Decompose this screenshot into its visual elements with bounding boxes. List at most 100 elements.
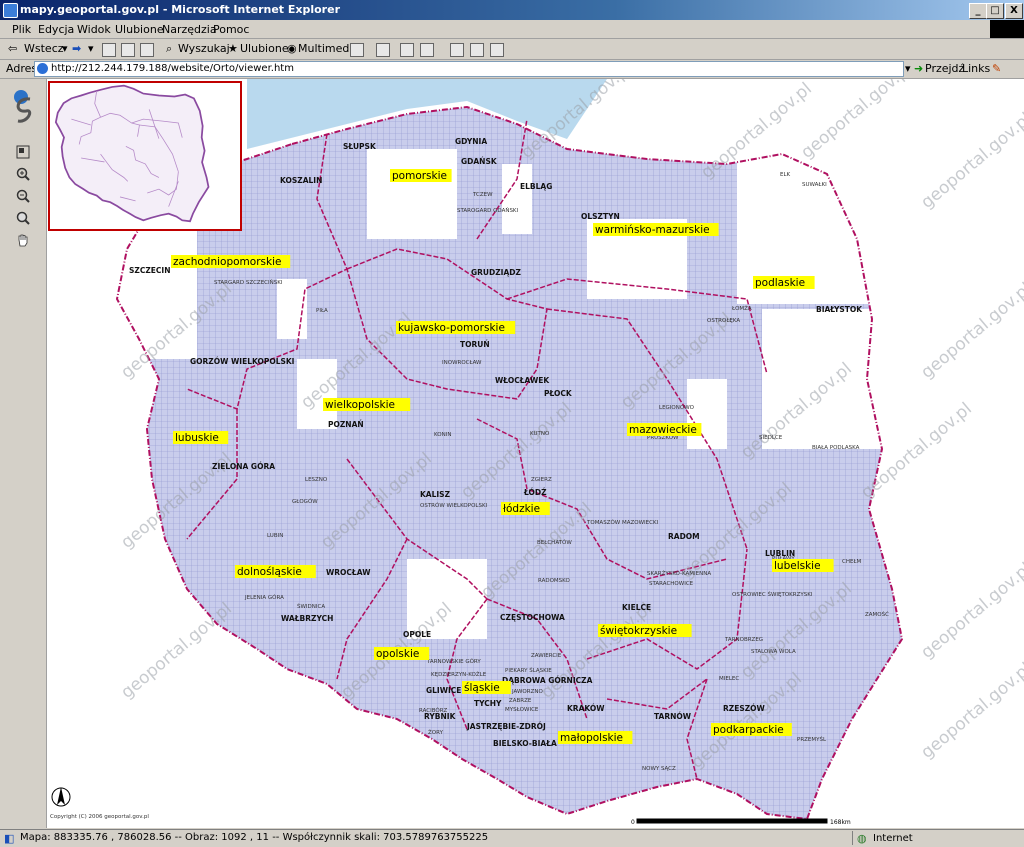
city-major-label: WAŁBRZYCH: [281, 614, 333, 623]
city-minor-label: ŁOMŻA: [731, 305, 752, 312]
security-zone: ◍ Internet: [852, 831, 1023, 845]
city-minor-label: ZABRZE: [509, 698, 532, 704]
voivodeship-label-wielkopolskie: wielkopolskie: [325, 399, 395, 411]
menu-narzedzia[interactable]: Narzędzia: [162, 23, 217, 36]
voivodeship-label-swietokrzyskie: świętokrzyskie: [600, 625, 677, 637]
city-minor-label: TCZEW: [472, 192, 493, 198]
page-status-icon: ◧: [4, 832, 15, 845]
city-minor-label: KONIN: [434, 432, 452, 438]
city-major-label: WŁOCŁAWEK: [495, 376, 550, 385]
city-minor-label: STARACHOWICE: [649, 581, 694, 587]
city-major-label: SŁUPSK: [343, 142, 377, 151]
home-icon[interactable]: [140, 43, 154, 57]
chevron-down-icon[interactable]: ▾: [62, 42, 68, 55]
city-major-label: PŁOCK: [544, 389, 573, 398]
voivodeship-label-podkarpackie: podkarpackie: [713, 724, 784, 736]
menu-plik[interactable]: Plik: [12, 23, 31, 36]
city-major-label: ELBLĄG: [520, 182, 552, 191]
zone-label: Internet: [873, 833, 913, 844]
go-arrow-icon: ➜: [914, 62, 924, 75]
voivodeship-label-dolnoslaskie: dolnośląskie: [237, 566, 302, 578]
city-minor-label: ŚWIDNICA: [297, 603, 325, 610]
zoom-previous-icon[interactable]: [16, 211, 30, 225]
history-icon[interactable]: [350, 43, 364, 57]
zoom-in-icon[interactable]: [16, 167, 30, 181]
city-minor-label: BIAŁA PODLASKA: [812, 445, 860, 451]
research-icon[interactable]: [490, 43, 504, 57]
city-major-label: KALISZ: [420, 490, 451, 499]
search-icon: ⌕: [166, 42, 173, 55]
city-minor-label: SKARŻYSKO-KAMIENNA: [647, 570, 711, 577]
scale-label: 168km: [830, 819, 851, 826]
back-button[interactable]: Wstecz: [24, 42, 64, 55]
full-extent-icon[interactable]: [16, 145, 30, 159]
city-minor-label: TARNOWSKIE GÓRY: [426, 658, 481, 665]
menu-ulubione[interactable]: Ulubione: [115, 23, 164, 36]
favorites-icon: ★: [228, 42, 238, 55]
voivodeship-label-mazowieckie: mazowieckie: [629, 424, 697, 436]
city-major-label: TORUŃ: [460, 340, 490, 349]
voivodeship-label-warminsko: warmińsko-mazurskie: [595, 224, 710, 236]
city-minor-label: ELK: [780, 172, 791, 178]
windows-logo: [990, 20, 1024, 38]
menu-edycja[interactable]: Edycja: [38, 23, 74, 36]
menu-pomoc[interactable]: Pomoc: [213, 23, 249, 36]
overview-map[interactable]: [48, 81, 242, 231]
chevron-down-icon[interactable]: ▾: [88, 42, 94, 55]
city-major-label: OPOLE: [403, 630, 431, 639]
links-button[interactable]: Links: [962, 62, 990, 75]
go-button[interactable]: Przejdź: [925, 62, 964, 75]
forward-button[interactable]: ➡: [72, 42, 81, 55]
close-button[interactable]: X: [1005, 3, 1023, 19]
city-minor-label: RADOMSKO: [538, 578, 570, 584]
city-major-label: KRAKÓW: [567, 704, 605, 713]
media-icon: ◉: [287, 42, 297, 55]
city-minor-label: BEŁCHATÓW: [537, 539, 572, 546]
refresh-icon[interactable]: [121, 43, 135, 57]
city-major-label: OLSZTYN: [581, 212, 620, 221]
city-minor-label: ŻORY: [428, 729, 444, 736]
voivodeship-label-lubuskie: lubuskie: [175, 432, 219, 444]
maximize-button[interactable]: □: [986, 3, 1004, 19]
search-button[interactable]: Wyszukaj: [178, 42, 230, 55]
city-minor-label: JAWORZNO: [511, 689, 543, 695]
address-url: http://212.244.179.188/website/Orto/view…: [51, 63, 294, 74]
address-input[interactable]: http://212.244.179.188/website/Orto/view…: [34, 61, 904, 77]
minimize-button[interactable]: _: [969, 3, 987, 19]
mail-icon[interactable]: [376, 43, 390, 57]
city-major-label: LUBLIN: [765, 549, 795, 558]
city-major-label: SZCZECIN: [129, 266, 170, 275]
dropdown-arrow-icon[interactable]: ▾: [905, 62, 911, 75]
voivodeship-label-kujawsko: kujawsko-pomorskie: [398, 322, 505, 334]
city-major-label: TARNÓW: [654, 712, 692, 721]
city-minor-label: OSTROŁĘKA: [707, 318, 740, 324]
address-label: Adres: [6, 62, 38, 75]
globe-icon: ◍: [857, 832, 867, 845]
city-minor-label: OSTRÓW WIELKOPOLSKI: [420, 502, 488, 509]
city-major-label: ZIELONA GÓRA: [212, 462, 275, 471]
addon-icon[interactable]: ✎: [992, 62, 1001, 75]
messenger-icon[interactable]: [470, 43, 484, 57]
city-major-label: GDYNIA: [455, 137, 487, 146]
menu-widok[interactable]: Widok: [77, 23, 111, 36]
pan-hand-icon[interactable]: [16, 233, 30, 247]
city-minor-label: OSTROWIEC ŚWIĘTOKRZYSKI: [732, 591, 813, 598]
city-major-label: GDAŃSK: [461, 157, 498, 166]
zoom-out-icon[interactable]: [16, 189, 30, 203]
city-major-label: GRUDZIĄDZ: [471, 268, 522, 277]
status-text: Mapa: 883335.76 , 786028.56 -- Obraz: 10…: [20, 832, 489, 843]
discuss-icon[interactable]: [450, 43, 464, 57]
favorites-button[interactable]: Ulubione: [240, 42, 289, 55]
city-minor-label: NOWY SĄCZ: [642, 766, 676, 772]
city-minor-label: STALOWA WOLA: [751, 649, 796, 655]
edit-icon[interactable]: [420, 43, 434, 57]
geoportal-logo-icon: [14, 90, 32, 123]
city-major-label: JASTRZĘBIE-ZDRÓJ: [466, 722, 546, 731]
status-bar: ◧ Mapa: 883335.76 , 786028.56 -- Obraz: …: [0, 829, 1024, 847]
print-icon[interactable]: [400, 43, 414, 57]
city-major-label: BIAŁYSTOK: [816, 305, 863, 314]
stop-icon[interactable]: [102, 43, 116, 57]
city-minor-label: TARNOBRZEG: [724, 637, 763, 643]
voivodeship-label-lubelskie: lubelskie: [774, 560, 821, 572]
voivodeship-label-zachodniopomorskie: zachodniopomorskie: [173, 256, 281, 268]
